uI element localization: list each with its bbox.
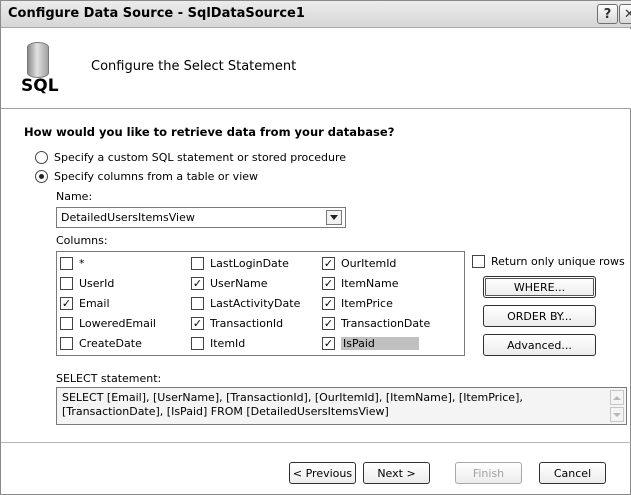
column-checkbox-email[interactable]: ✓ Email (60, 296, 110, 310)
columns-list: * UserId ✓ Email LoweredEmail CreateDate… (56, 251, 465, 356)
database-cylinder (27, 42, 49, 78)
chevron-down-icon (613, 412, 621, 417)
column-checkbox-userid[interactable]: UserId (60, 276, 114, 290)
unique-rows-label: Return only unique rows (491, 254, 625, 268)
checkbox[interactable] (60, 256, 73, 270)
column-checkbox-itemid[interactable]: ItemId (191, 336, 245, 350)
columns-label: Columns: (56, 234, 108, 247)
unique-rows-checkbox[interactable]: Return only unique rows (472, 254, 625, 268)
checkbox[interactable] (60, 336, 73, 350)
radio-table-view-label: Specify columns from a table or view (54, 169, 259, 183)
page-title: Configure the Select Statement (91, 59, 297, 74)
checkbox-checked[interactable]: ✓ (322, 336, 335, 350)
column-checkbox-itemname[interactable]: ✓ ItemName (322, 276, 399, 290)
column-checkbox-loweredemail[interactable]: LoweredEmail (60, 316, 156, 330)
column-label: ItemPrice (341, 296, 393, 310)
database-icon: SQL (21, 42, 65, 98)
column-label: TransactionId (210, 316, 284, 330)
column-checkbox-transactiondate[interactable]: ✓ TransactionDate (322, 316, 430, 330)
previous-button[interactable]: < Previous (289, 462, 356, 484)
column-label: Email (79, 296, 110, 310)
column-checkbox-star[interactable]: * (60, 256, 85, 270)
radio-table-view[interactable]: Specify columns from a table or view (35, 169, 258, 183)
footer-divider (1, 442, 631, 443)
column-label: UserId (79, 276, 115, 290)
checkbox-checked[interactable]: ✓ (191, 276, 204, 290)
retrieve-question: How would you like to retrieve data from… (24, 125, 395, 139)
column-label: UserName (210, 276, 268, 290)
configure-data-source-window: Configure Data Source - SqlDataSource1 ?… (0, 0, 631, 495)
name-label: Name: (56, 190, 93, 203)
radio-custom-sql-label: Specify a custom SQL statement or stored… (54, 150, 347, 164)
advanced-button[interactable]: Advanced... (483, 334, 596, 356)
column-checkbox-itemprice[interactable]: ✓ ItemPrice (322, 296, 393, 310)
column-checkbox-lastactivitydate[interactable]: LastActivityDate (191, 296, 300, 310)
scroll-up-button[interactable] (610, 390, 624, 405)
cancel-button[interactable]: Cancel (539, 462, 606, 484)
chevron-up-icon (613, 395, 621, 400)
help-button[interactable]: ? (597, 4, 618, 24)
close-button[interactable]: ✕ (619, 4, 631, 24)
checkbox-checked[interactable]: ✓ (322, 296, 335, 310)
finish-button[interactable]: Finish (455, 462, 522, 484)
help-icon: ? (603, 6, 612, 22)
checkbox-checked[interactable]: ✓ (60, 296, 73, 310)
select-statement-text: SELECT [Email], [UserName], [Transaction… (62, 391, 523, 418)
column-label: IsPaid (341, 336, 419, 350)
column-checkbox-createdate[interactable]: CreateDate (60, 336, 142, 350)
column-label: LastActivityDate (210, 296, 301, 310)
column-checkbox-ispaid[interactable]: ✓ IsPaid (322, 336, 419, 350)
checkbox-checked[interactable]: ✓ (322, 276, 335, 290)
radio-custom-sql-button[interactable] (35, 150, 48, 164)
column-label: ItemId (210, 336, 246, 350)
order-by-button[interactable]: ORDER BY... (483, 305, 596, 327)
column-checkbox-lastlogindate[interactable]: LastLoginDate (191, 256, 289, 270)
column-checkbox-ouritemid[interactable]: ✓ OurItemId (322, 256, 396, 270)
checkbox[interactable] (191, 296, 204, 310)
dropdown-button[interactable] (326, 210, 342, 225)
next-button[interactable]: Next > (363, 462, 430, 484)
radio-table-view-button[interactable] (35, 169, 48, 183)
column-label: LastLoginDate (210, 256, 289, 270)
title-bar[interactable]: Configure Data Source - SqlDataSource1 ?… (1, 1, 631, 28)
column-label: CreateDate (79, 336, 142, 350)
checkbox[interactable] (191, 336, 204, 350)
close-icon: ✕ (624, 6, 631, 22)
name-dropdown[interactable]: DetailedUsersItemsView (56, 207, 346, 228)
column-label: OurItemId (341, 256, 397, 270)
checkbox-checked[interactable]: ✓ (191, 316, 204, 330)
select-statement-label: SELECT statement: (56, 372, 162, 385)
name-dropdown-value: DetailedUsersItemsView (61, 211, 195, 224)
checkbox[interactable] (191, 256, 204, 270)
column-label: LoweredEmail (79, 316, 156, 330)
wizard-header: SQL Configure the Select Statement (1, 29, 631, 109)
column-label: ItemName (341, 276, 399, 290)
radio-custom-sql[interactable]: Specify a custom SQL statement or stored… (35, 150, 346, 164)
checkbox[interactable] (60, 316, 73, 330)
checkbox-checked[interactable]: ✓ (322, 256, 335, 270)
checkbox[interactable] (60, 276, 73, 290)
scroll-down-button[interactable] (610, 407, 624, 422)
column-checkbox-transactionid[interactable]: ✓ TransactionId (191, 316, 283, 330)
window-title: Configure Data Source - SqlDataSource1 (8, 6, 305, 21)
chevron-down-icon (330, 215, 338, 220)
select-statement-box[interactable]: SELECT [Email], [UserName], [Transaction… (56, 387, 627, 425)
where-button[interactable]: WHERE... (483, 276, 596, 298)
column-label: * (79, 256, 85, 270)
checkbox-checked[interactable]: ✓ (322, 316, 335, 330)
column-label: TransactionDate (341, 316, 431, 330)
database-icon-label: SQL (21, 76, 59, 96)
checkbox[interactable] (472, 254, 485, 268)
column-checkbox-username[interactable]: ✓ UserName (191, 276, 268, 290)
